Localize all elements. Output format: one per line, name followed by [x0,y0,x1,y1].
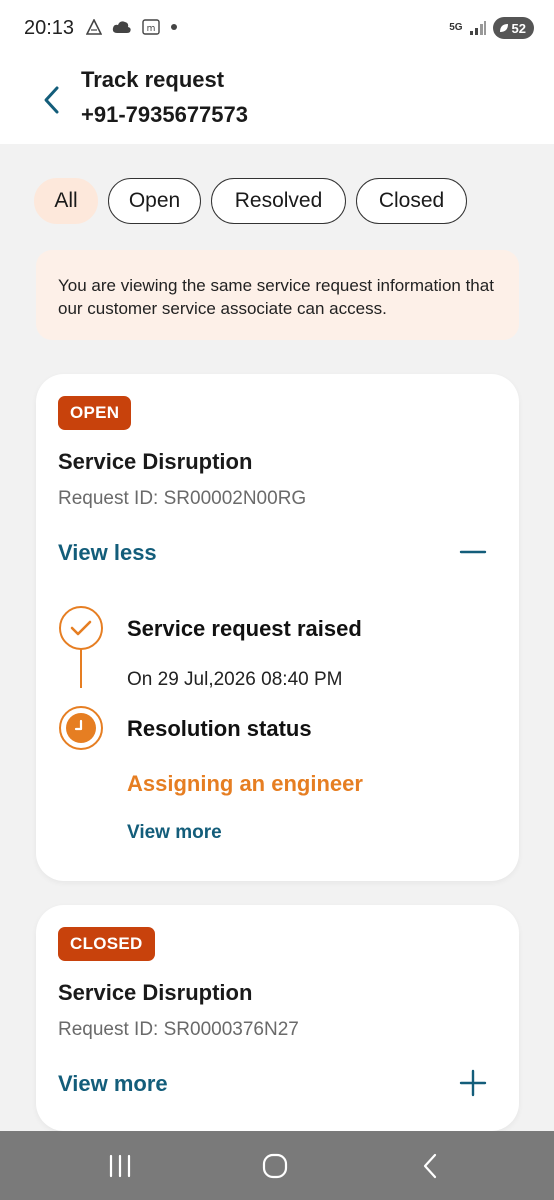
check-icon [70,620,92,636]
system-nav-bar [0,1131,554,1200]
step-title-resolution: Resolution status [127,716,312,741]
filter-chips: All Open Resolved Closed [34,178,467,224]
battery-level: 52 [511,20,526,36]
status-right-icons: 5G 52 [449,17,534,39]
filter-chip-closed[interactable]: Closed [356,178,467,224]
filter-chip-resolved[interactable]: Resolved [211,178,346,224]
request-title: Service Disruption [58,980,253,1005]
back-nav-icon[interactable] [416,1151,446,1181]
dot-icon [171,24,177,30]
signal-icon [469,21,486,35]
app-header: Track request +91-7935677573 [0,58,554,144]
status-badge: CLOSED [58,927,155,961]
svg-text:m: m [147,24,156,34]
request-id: Request ID: SR0000376N27 [58,1019,299,1040]
leaf-icon [499,24,508,32]
cloud-icon [112,21,131,33]
request-title: Service Disruption [58,449,253,474]
chevron-left-icon [44,86,59,114]
page-title: Track request [81,67,225,92]
view-more-link[interactable]: View more [58,1071,168,1097]
request-card-open: OPEN Service Disruption Request ID: SR00… [36,374,519,881]
request-id: Request ID: SR00002N00RG [58,488,307,509]
battery-icon: 52 [492,17,534,39]
step-raised-status [59,606,103,650]
info-banner: You are viewing the same service request… [36,250,519,340]
step-resolution-status [59,706,103,750]
filter-chip-open[interactable]: Open [108,178,201,224]
signal-tri-icon [86,19,102,35]
timeline-connector [80,648,82,688]
recent-apps-icon[interactable] [105,1151,135,1181]
status-badge: OPEN [58,396,132,430]
status-left-icons: m [86,19,178,35]
view-more-details-link[interactable]: View more [127,822,222,844]
step-title-raised: Service request raised [127,616,362,641]
plus-icon[interactable] [459,1069,487,1097]
page-subtitle: +91-7935677573 [81,102,248,127]
m-icon: m [142,19,160,35]
back-button[interactable] [36,82,68,118]
status-time: 20:13 [24,17,75,39]
step-date-raised: On 29 Jul,2026 08:40 PM [127,669,343,690]
filter-chip-all[interactable]: All [34,178,98,224]
step-status-resolution: Assigning an engineer [127,771,363,796]
5g-icon: 5G [449,22,463,33]
clock-icon [66,713,96,743]
status-bar: 20:13 m 5G 52 [0,0,554,58]
request-card-closed: CLOSED Service Disruption Request ID: SR… [36,905,519,1131]
minus-icon[interactable] [459,538,487,566]
view-less-link[interactable]: View less [58,540,157,566]
home-icon[interactable] [260,1151,290,1181]
